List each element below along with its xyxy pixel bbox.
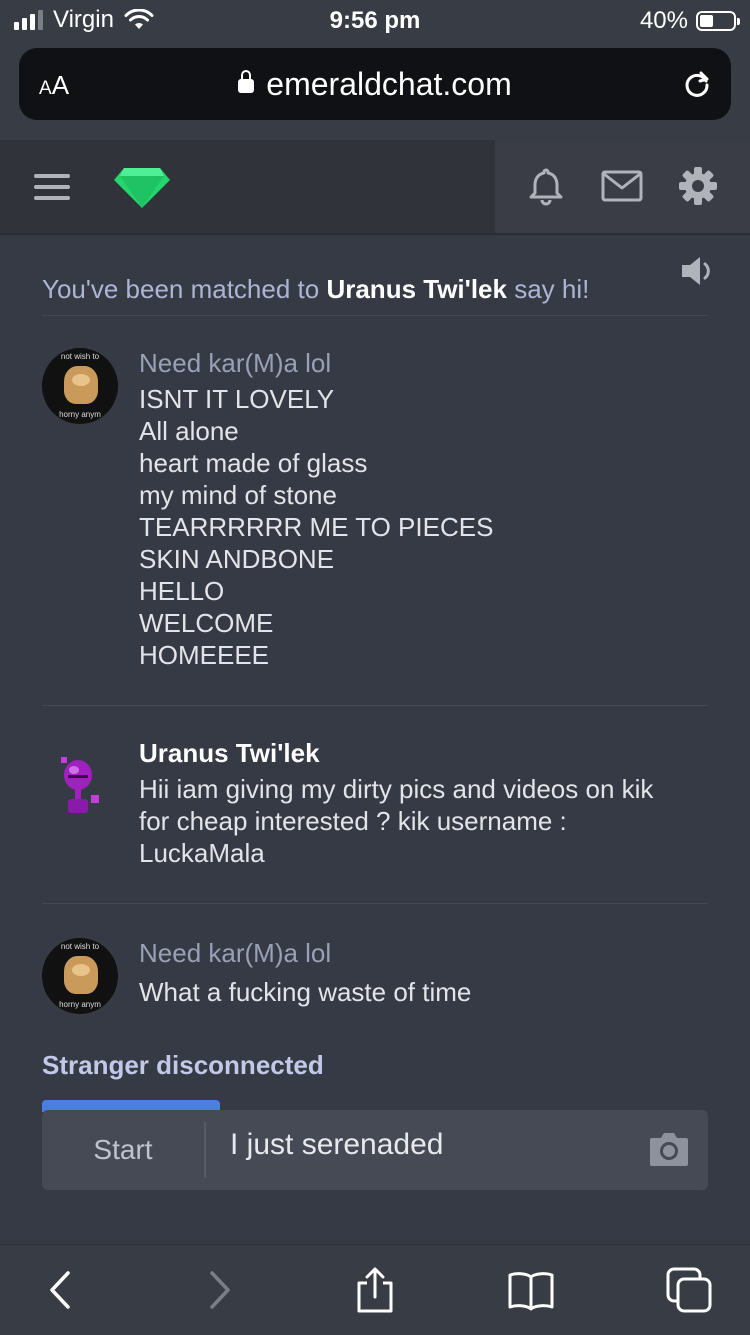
emerald-gem-icon[interactable] (112, 166, 172, 210)
message-composer: Start I just serenaded (42, 1110, 708, 1190)
url-text: emeraldchat.com (266, 66, 512, 102)
reload-icon[interactable] (681, 68, 713, 100)
message-sender[interactable]: Need kar(M)a lol (139, 938, 331, 969)
clock: 9:56 pm (329, 7, 421, 34)
match-notice: You've been matched to Uranus Twi'lek sa… (42, 274, 589, 305)
divider (42, 903, 708, 904)
message-body: ISNT IT LOVELY All alone heart made of g… (139, 383, 493, 671)
avatar[interactable]: not wish to horny anym (42, 938, 118, 1014)
message-line: LuckaMala (139, 838, 265, 868)
message-line: HOMEEEE (139, 640, 270, 670)
avatar[interactable]: not wish to horny anym (42, 348, 118, 424)
status-right: 40% (639, 7, 740, 35)
browser-toolbar (0, 1244, 750, 1335)
message-line: SKIN ANDBONE (139, 544, 335, 574)
message-line: ISNT IT LOVELY (139, 384, 335, 414)
share-icon[interactable] (350, 1265, 400, 1315)
status-text: Stranger disconnected (42, 1050, 324, 1080)
robot-avatar[interactable] (58, 755, 104, 817)
message-line: All alone (139, 416, 239, 446)
message-line: my mind of stone (139, 480, 337, 510)
forward-icon[interactable] (194, 1265, 244, 1315)
battery-icon (696, 11, 740, 31)
status-bar: Virgin 9:56 pm 40% (0, 0, 750, 44)
message-line: HELLO (139, 576, 225, 606)
mail-icon[interactable] (600, 166, 644, 206)
bookmarks-icon[interactable] (506, 1265, 556, 1315)
url-field[interactable]: emeraldchat.com (19, 66, 731, 103)
address-bar[interactable]: AA emeraldchat.com (19, 48, 731, 120)
message-line: What a fucking waste of time (139, 977, 472, 1007)
menu-icon[interactable] (34, 174, 70, 200)
message-line: for cheap interested ? kik username : (139, 806, 567, 836)
message-input[interactable]: I just serenaded (230, 1128, 443, 1162)
tabs-icon[interactable] (664, 1265, 714, 1315)
message-body: What a fucking waste of time (139, 976, 471, 1008)
match-suffix: say hi! (514, 274, 590, 304)
message-line: TEARRRRRR ME TO PIECES (139, 512, 494, 542)
back-icon[interactable] (36, 1265, 86, 1315)
match-prefix: You've been matched to (42, 274, 320, 304)
site-header (0, 140, 750, 235)
start-button[interactable]: Start (42, 1110, 204, 1190)
message-line: WELCOME (139, 608, 274, 638)
browser-address-area: AA emeraldchat.com (0, 40, 750, 140)
divider (42, 315, 708, 316)
battery-percent: 40% (639, 7, 688, 34)
gear-icon[interactable] (678, 166, 718, 206)
match-name[interactable]: Uranus Twi'lek (326, 274, 507, 304)
message-sender[interactable]: Uranus Twi'lek (139, 738, 320, 769)
message-sender[interactable]: Need kar(M)a lol (139, 348, 331, 379)
divider (42, 705, 708, 706)
message-body: Hii iam giving my dirty pics and videos … (139, 773, 653, 869)
speaker-icon[interactable] (680, 254, 716, 288)
bell-icon[interactable] (526, 166, 566, 206)
message-line: heart made of glass (139, 448, 368, 478)
camera-icon[interactable] (648, 1130, 690, 1168)
lock-icon (238, 70, 255, 93)
message-line: Hii iam giving my dirty pics and videos … (139, 774, 654, 804)
